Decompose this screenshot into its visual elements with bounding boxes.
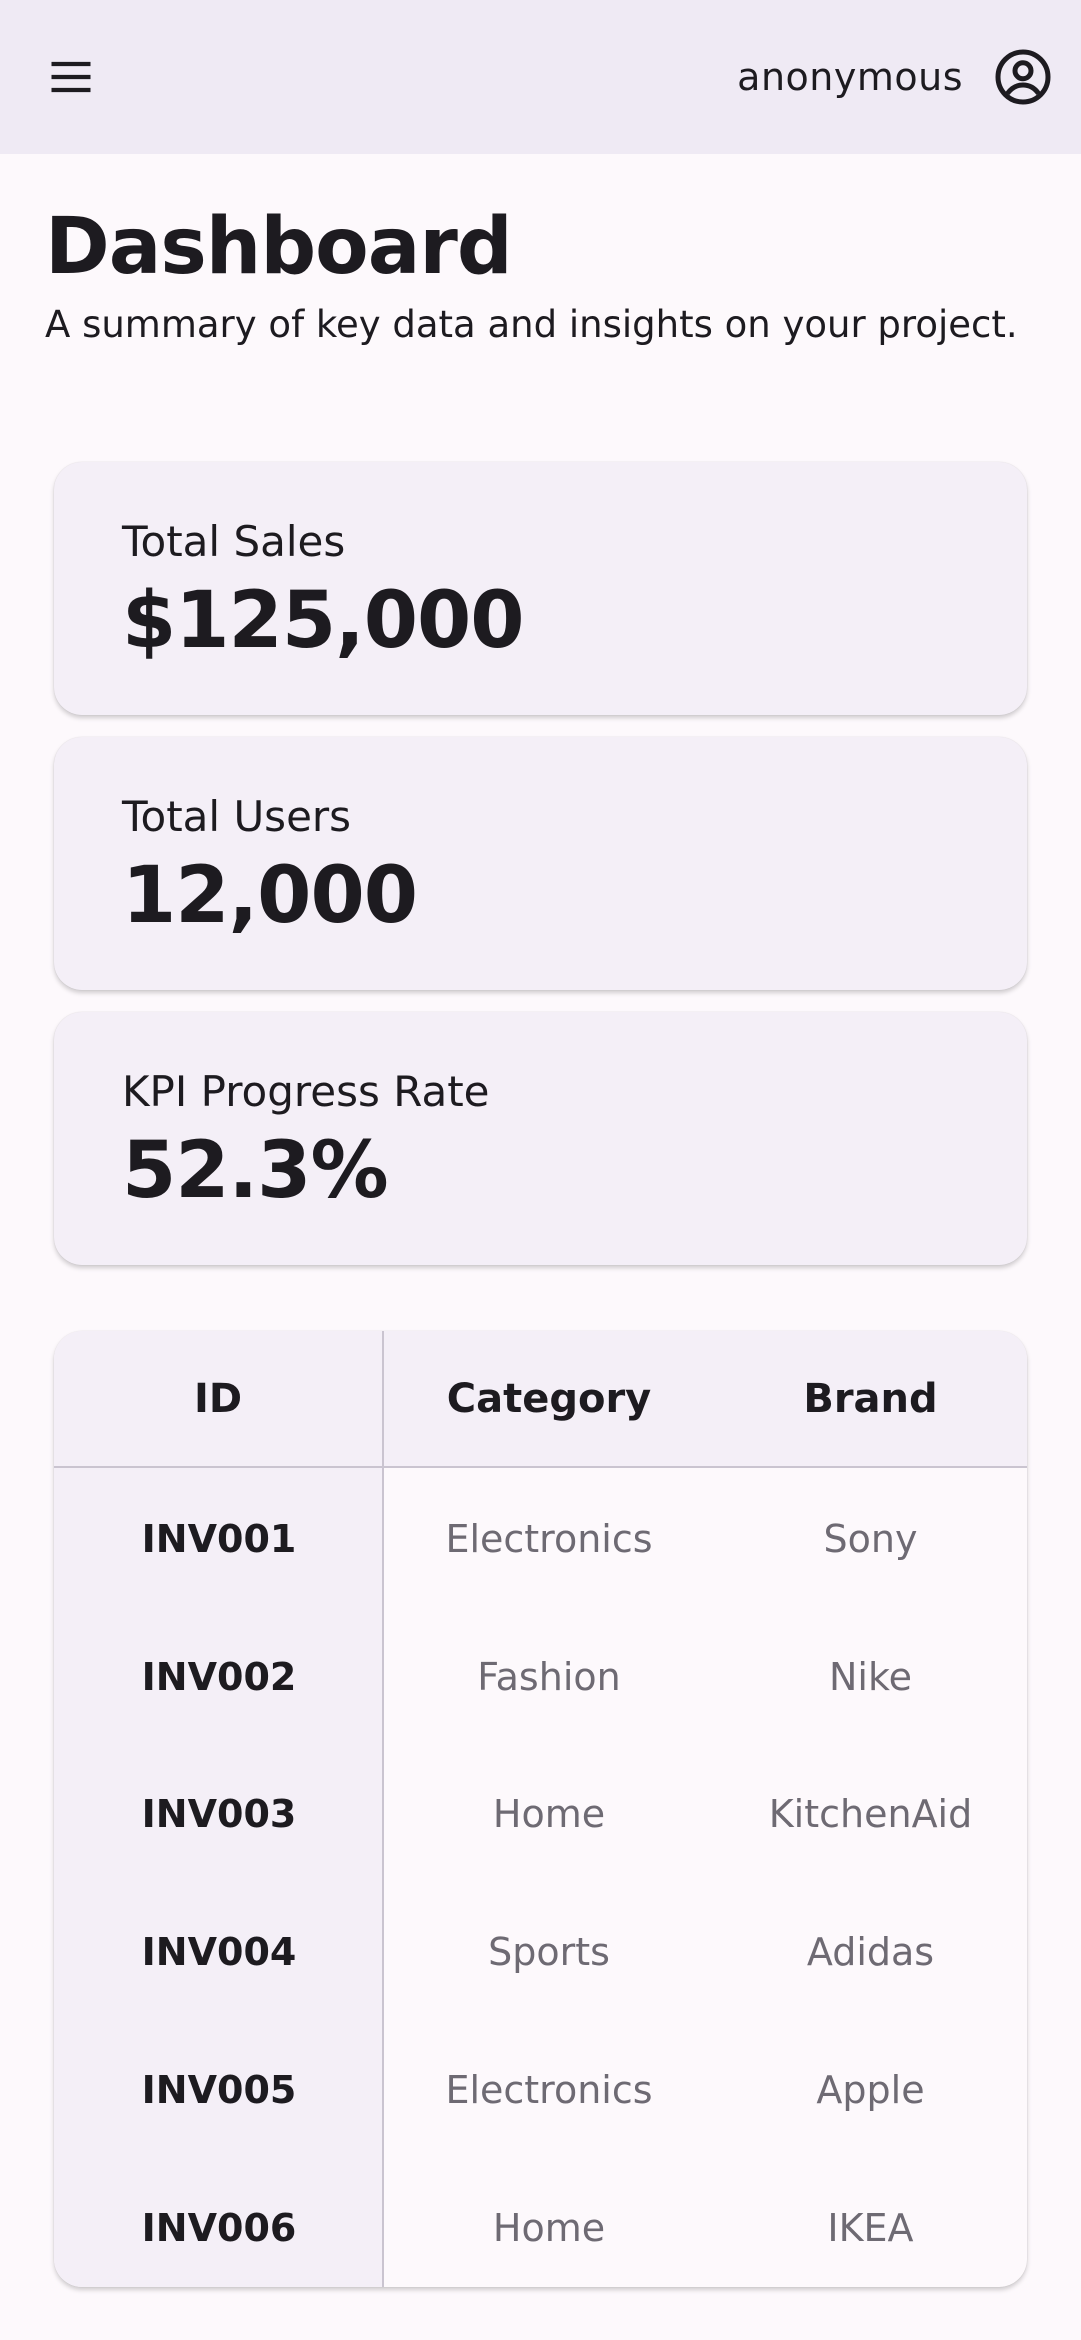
page-subtitle: A summary of key data and insights on yo… (45, 303, 1018, 346)
table-row[interactable]: INV006 Home IKEA (54, 2159, 1027, 2287)
column-header-brand[interactable]: Brand (714, 1331, 1027, 1466)
kpi-label: Total Users (122, 792, 352, 841)
account-circle-icon (995, 49, 1051, 105)
page-title: Dashboard (45, 202, 513, 292)
inventory-table: ID Category Brand INV001 Electronics Son… (54, 1331, 1027, 2287)
cell-id: INV001 (141, 1516, 297, 1561)
cell-id: INV004 (141, 1930, 297, 1975)
kpi-value: 12,000 (122, 851, 418, 941)
cell-id: INV003 (141, 1792, 297, 1837)
cell-brand: Adidas (806, 1930, 935, 1975)
cell-category: Electronics (445, 1516, 653, 1561)
account-button[interactable] (991, 45, 1055, 109)
dashboard-content: Dashboard A summary of key data and insi… (45, 200, 1036, 352)
kpi-card-total-users: Total Users 12,000 (54, 737, 1027, 990)
cell-id: INV002 (141, 1654, 297, 1699)
hamburger-menu-icon (51, 61, 91, 93)
kpi-value: 52.3% (122, 1126, 389, 1216)
app-bar: anonymous (0, 0, 1081, 154)
table-row[interactable]: INV004 Sports Adidas (54, 1883, 1027, 2021)
kpi-value: $125,000 (122, 576, 525, 666)
table-row[interactable]: INV005 Electronics Apple (54, 2021, 1027, 2159)
column-header-id[interactable]: ID (54, 1331, 384, 1466)
table-row[interactable]: INV002 Fashion Nike (54, 1608, 1027, 1746)
table-row[interactable]: INV001 Electronics Sony (54, 1470, 1027, 1608)
cell-brand: Sony (823, 1516, 918, 1561)
kpi-label: Total Sales (122, 517, 346, 566)
kpi-card-kpi-progress-rate: KPI Progress Rate 52.3% (54, 1012, 1027, 1265)
cell-category: Home (492, 1792, 606, 1837)
cell-category: Fashion (477, 1654, 621, 1699)
table-header: ID Category Brand (54, 1331, 1027, 1468)
menu-button[interactable] (45, 45, 109, 109)
cell-id: INV006 (141, 2205, 297, 2250)
cell-brand: Nike (828, 1654, 912, 1699)
table-body: INV001 Electronics Sony INV002 Fashion N… (54, 1470, 1027, 2287)
user-area[interactable]: anonymous (737, 45, 1055, 109)
cell-brand: KitchenAid (768, 1792, 973, 1837)
table-row[interactable]: INV003 Home KitchenAid (54, 1746, 1027, 1884)
cell-brand: IKEA (827, 2205, 914, 2250)
kpi-card-total-sales: Total Sales $125,000 (54, 462, 1027, 715)
username-label: anonymous (737, 55, 963, 99)
kpi-label: KPI Progress Rate (122, 1067, 490, 1116)
cell-id: INV005 (141, 2068, 297, 2113)
cell-brand: Apple (816, 2068, 925, 2113)
cell-category: Sports (488, 1930, 610, 1975)
cell-category: Home (492, 2205, 606, 2250)
cell-category: Electronics (445, 2068, 653, 2113)
column-header-category[interactable]: Category (384, 1331, 714, 1466)
